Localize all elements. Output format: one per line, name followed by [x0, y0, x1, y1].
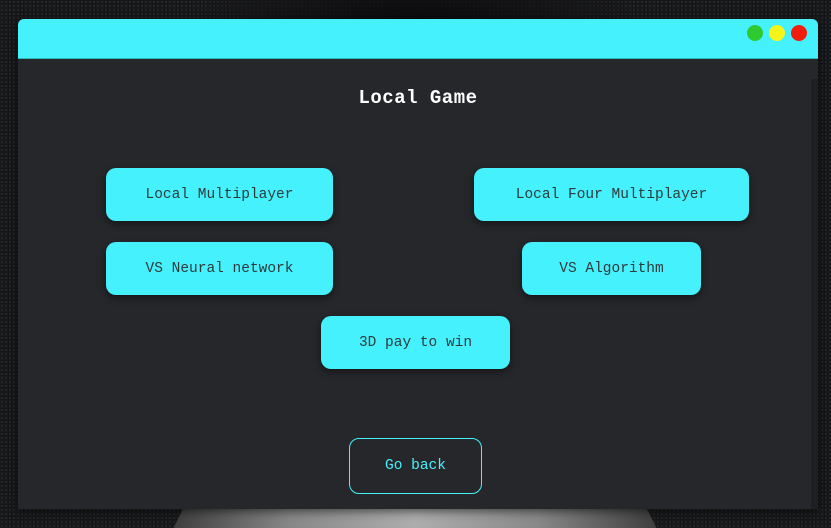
local-four-multiplayer-button[interactable]: Local Four Multiplayer — [474, 168, 749, 221]
go-back-button[interactable]: Go back — [349, 438, 482, 494]
game-window: Local Game Local Multiplayer Local Four … — [18, 19, 818, 509]
3d-pay-to-win-button[interactable]: 3D pay to win — [321, 316, 510, 369]
page-title: Local Game — [358, 87, 478, 109]
local-multiplayer-button[interactable]: Local Multiplayer — [106, 168, 333, 221]
close-window-button[interactable] — [791, 25, 807, 41]
window-side-shadow — [811, 79, 818, 509]
window-titlebar — [18, 19, 818, 59]
maximize-window-button[interactable] — [769, 25, 785, 41]
minimize-window-button[interactable] — [747, 25, 763, 41]
vs-algorithm-button[interactable]: VS Algorithm — [522, 242, 701, 295]
vs-neural-network-button[interactable]: VS Neural network — [106, 242, 333, 295]
